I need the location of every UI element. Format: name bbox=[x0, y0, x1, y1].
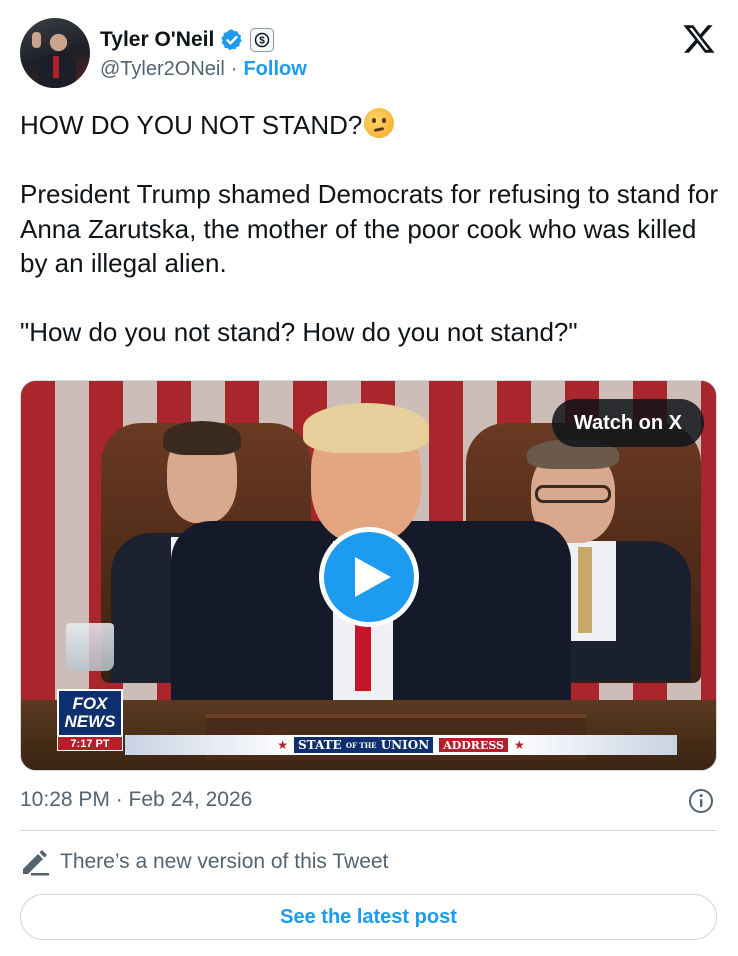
water-glass bbox=[66, 623, 114, 671]
state-of-union-banner: ★ STATE OF THE UNION ADDRESS ★ bbox=[125, 735, 677, 755]
follow-button[interactable]: Follow bbox=[243, 58, 306, 81]
name-row: Tyler O'Neil $ bbox=[100, 26, 275, 54]
tweet-text: HOW DO YOU NOT STAND? President Trump sh… bbox=[20, 108, 720, 350]
new-version-text: There’s a new version of this Tweet bbox=[60, 850, 389, 873]
separator: · bbox=[230, 58, 238, 80]
verified-badge-icon bbox=[221, 29, 243, 51]
avatar[interactable] bbox=[20, 18, 90, 88]
tweet-timestamp[interactable]: 10:28 PM · Feb 24, 2026 bbox=[20, 788, 252, 812]
tweet-paragraph-3: "How do you not stand? How do you not st… bbox=[20, 317, 578, 347]
tweet-headline: HOW DO YOU NOT STAND? bbox=[20, 110, 363, 140]
star-icon: ★ bbox=[277, 738, 288, 752]
info-icon[interactable] bbox=[688, 788, 714, 814]
fox-line-1: FOX bbox=[72, 694, 108, 713]
fox-news-logo: FOX NEWS 7:17 PT bbox=[57, 689, 123, 753]
divider bbox=[20, 830, 717, 831]
svg-text:$: $ bbox=[260, 36, 266, 47]
user-handle[interactable]: @Tyler2ONeil bbox=[100, 58, 225, 81]
play-button[interactable] bbox=[319, 527, 419, 627]
fox-line-2: NEWS bbox=[64, 712, 116, 731]
see-latest-post-button[interactable]: See the latest post bbox=[20, 894, 717, 940]
video-player[interactable]: Watch on X FOX NEWS 7:17 PT ★ STATE OF T… bbox=[20, 380, 717, 771]
subscription-badge-icon: $ bbox=[250, 28, 275, 52]
handle-row: @Tyler2ONeil · Follow bbox=[100, 58, 307, 81]
display-name[interactable]: Tyler O'Neil bbox=[100, 28, 214, 52]
watch-on-x-button[interactable]: Watch on X bbox=[551, 399, 704, 447]
x-logo-icon[interactable] bbox=[682, 22, 716, 56]
fox-time: 7:17 PT bbox=[57, 737, 123, 751]
thinking-face-emoji bbox=[364, 108, 395, 138]
banner-address: ADDRESS bbox=[439, 738, 508, 752]
tweet-header: Tyler O'Neil $ @Tyler2ONeil · Follow bbox=[20, 18, 720, 90]
avatar-hand bbox=[32, 32, 41, 48]
pencil-icon bbox=[23, 850, 49, 876]
new-version-notice: There’s a new version of this Tweet bbox=[20, 848, 388, 876]
tweet-line-1: HOW DO YOU NOT STAND? bbox=[20, 108, 720, 143]
avatar-tie bbox=[53, 56, 59, 78]
star-icon: ★ bbox=[513, 738, 525, 752]
play-icon bbox=[355, 557, 391, 597]
tweet-paragraph-2: President Trump shamed Democrats for ref… bbox=[20, 179, 724, 278]
banner-state: STATE OF THE UNION bbox=[294, 737, 434, 753]
